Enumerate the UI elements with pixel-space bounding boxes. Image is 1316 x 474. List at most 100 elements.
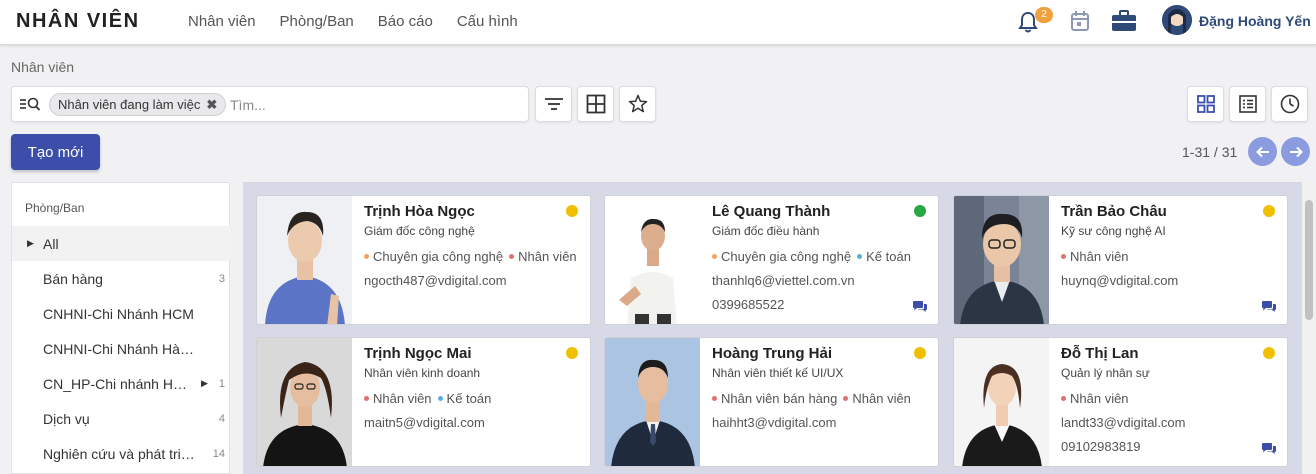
menu-item-departments[interactable]: Phòng/Ban: [280, 13, 354, 30]
employee-email: landt33@vdigital.com: [1061, 415, 1186, 430]
tag-label: Kế toán: [866, 249, 911, 264]
sidebar-item-services[interactable]: Dịch vụ 4: [12, 401, 231, 436]
list-view-button[interactable]: [1229, 86, 1266, 122]
department-sidebar: Phòng/Ban ▶ All Bán hàng 3 CNHNI-Chi Nhá…: [11, 182, 231, 474]
employee-name: Hoàng Trung Hải: [712, 345, 832, 362]
briefcase-icon[interactable]: [1111, 9, 1137, 36]
employee-tag: Nhân viên: [1061, 249, 1129, 264]
sidebar-item-count: 4: [218, 412, 225, 425]
menu-item-employees[interactable]: Nhân viên: [188, 13, 256, 30]
app-title[interactable]: NHÂN VIÊN: [16, 10, 140, 33]
employee-tag: Chuyên gia công nghệ: [364, 249, 503, 264]
list-icon: [1238, 95, 1257, 113]
employee-tags: Nhân viên Kế toán: [364, 391, 491, 406]
employee-tag: Chuyên gia công nghệ: [712, 249, 851, 264]
sidebar-item-count: 14: [212, 447, 225, 460]
filter-button[interactable]: [535, 86, 572, 122]
chat-icon[interactable]: [1261, 300, 1277, 316]
group-by-button[interactable]: [577, 86, 614, 122]
sidebar-item-label: CN_HP-Chi nhánh Hải Phòng: [43, 375, 193, 392]
sidebar-item-count: 1: [218, 377, 225, 390]
breadcrumb: Nhân viên: [11, 59, 75, 75]
employee-photo: [257, 196, 352, 324]
sidebar-item-label: CNHNI-Chi Nhánh Hà Nội: [43, 340, 195, 357]
employee-email: haihht3@vdigital.com: [712, 415, 837, 430]
employee-tags: Chuyên gia công nghệ Kế toán: [712, 249, 911, 264]
activity-view-button[interactable]: [1271, 86, 1308, 122]
tag-label: Nhân viên: [1070, 249, 1129, 264]
tag-label: Nhân viên: [373, 391, 432, 406]
pager-value[interactable]: 1-31 / 31: [1182, 144, 1237, 160]
caret-right-icon: ▶: [27, 238, 34, 248]
favorites-button[interactable]: [619, 86, 656, 122]
arrow-left-icon: [1255, 146, 1269, 157]
calendar-icon[interactable]: [1070, 10, 1090, 35]
scrollbar-thumb[interactable]: [1305, 200, 1313, 320]
clock-icon: [1280, 94, 1299, 114]
chat-icon[interactable]: [912, 300, 928, 316]
menu-item-reports[interactable]: Báo cáo: [378, 13, 433, 30]
employee-photo: [605, 196, 700, 324]
user-name[interactable]: Đặng Hoàng Yến: [1199, 13, 1311, 29]
tag-label: Nhân viên bán hàng: [721, 391, 838, 406]
expand-caret-icon[interactable]: ▶: [201, 378, 208, 389]
user-avatar[interactable]: [1162, 5, 1192, 35]
pager-previous-button[interactable]: [1248, 137, 1277, 166]
tag-label: Nhân viên: [1070, 391, 1129, 406]
sidebar-item-label: Nghiên cứu và phát triển: [43, 445, 195, 462]
employee-card[interactable]: Trịnh Hòa Ngọc Giám đốc công nghệ Chuyên…: [256, 195, 591, 325]
search-facet: Nhân viên đang làm việc ✖: [49, 93, 227, 116]
employee-job: Quản lý nhân sự: [1061, 366, 1150, 380]
employee-phone: 09102983819: [1061, 439, 1141, 454]
employee-job: Giám đốc công nghệ: [364, 224, 475, 238]
tag-label: Chuyên gia công nghệ: [721, 249, 852, 264]
employee-name: Trịnh Ngọc Mai: [364, 345, 472, 362]
sidebar-item-hanoi-branch[interactable]: CNHNI-Chi Nhánh Hà Nội: [12, 331, 231, 366]
chat-icon[interactable]: [1261, 442, 1277, 458]
kanban-scrollbar[interactable]: [1302, 182, 1316, 474]
employee-photo: [605, 338, 700, 466]
employee-job: Kỹ sư công nghệ AI: [1061, 224, 1166, 238]
sidebar-item-all[interactable]: ▶ All: [12, 226, 231, 261]
employee-name: Trần Bảo Châu: [1061, 203, 1167, 220]
employee-phone: 0399685522: [712, 297, 785, 312]
notification-badge: 2: [1035, 7, 1053, 23]
status-indicator: [914, 347, 926, 359]
star-icon: [628, 94, 647, 113]
employee-card[interactable]: Lê Quang Thành Giám đốc điều hành Chuyên…: [604, 195, 939, 325]
employee-card[interactable]: Trịnh Ngọc Mai Nhân viên kinh doanh Nhân…: [256, 337, 591, 467]
employee-card[interactable]: Trần Bảo Châu Kỹ sư công nghệ AI Nhân vi…: [953, 195, 1288, 325]
sidebar-item-sales[interactable]: Bán hàng 3: [12, 261, 231, 296]
top-navbar: NHÂN VIÊN Nhân viên Phòng/Ban Báo cáo Cấ…: [0, 0, 1316, 45]
employee-tag: Nhân viên: [843, 391, 911, 406]
employee-email: huynq@vdigital.com: [1061, 273, 1179, 288]
group-by-icon: [586, 94, 605, 114]
employee-tags: Nhân viên: [1061, 391, 1129, 406]
sidebar-item-label: Bán hàng: [43, 270, 103, 287]
kanban-view-button[interactable]: [1187, 86, 1224, 122]
search-filter-icon: [19, 96, 41, 115]
kanban-icon: [1196, 95, 1215, 113]
employee-photo: [954, 338, 1049, 466]
status-indicator: [1263, 347, 1275, 359]
sidebar-item-haiphong-branch[interactable]: CN_HP-Chi nhánh Hải Phòng ▶ 1: [12, 366, 231, 401]
sidebar-item-label: CNHNI-Chi Nhánh HCM: [43, 305, 194, 322]
sidebar-item-hcm-branch[interactable]: CNHNI-Chi Nhánh HCM: [12, 296, 231, 331]
search-input[interactable]: [230, 94, 520, 115]
employee-tag: Nhân viên: [364, 391, 432, 406]
pager-next-button[interactable]: [1281, 137, 1310, 166]
create-button[interactable]: Tạo mới: [11, 134, 100, 170]
remove-facet-icon[interactable]: ✖: [206, 97, 217, 113]
search-bar[interactable]: Nhân viên đang làm việc ✖: [11, 86, 529, 122]
sidebar-item-rnd[interactable]: Nghiên cứu và phát triển 14: [12, 436, 231, 471]
employee-card[interactable]: Hoàng Trung Hải Nhân viên thiết kế UI/UX…: [604, 337, 939, 467]
status-indicator: [566, 205, 578, 217]
menu-item-configuration[interactable]: Cấu hình: [457, 13, 518, 30]
employee-tag: Kế toán: [437, 391, 491, 406]
filter-icon: [544, 98, 563, 110]
employee-card[interactable]: Đỗ Thị Lan Quản lý nhân sự Nhân viên lan…: [953, 337, 1288, 467]
search-facet-label: Nhân viên đang làm việc: [58, 97, 201, 112]
employee-job: Nhân viên thiết kế UI/UX: [712, 366, 844, 380]
sidebar-item-label: All: [43, 235, 59, 252]
tag-label: Chuyên gia công nghệ: [373, 249, 504, 264]
